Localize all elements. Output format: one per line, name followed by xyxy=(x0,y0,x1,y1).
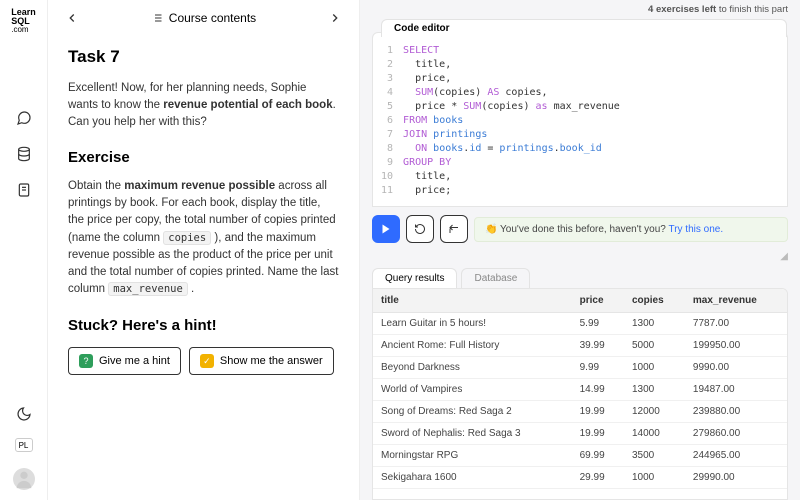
database-icon[interactable] xyxy=(16,146,32,162)
run-button[interactable] xyxy=(372,215,400,243)
logo-sub: .com xyxy=(11,25,28,34)
table-row: World of Vampires14.99130019487.00 xyxy=(373,379,787,401)
table-row: Morningstar RPG69.993500244965.00 xyxy=(373,445,787,467)
try-this-link[interactable]: Try this one. xyxy=(668,224,723,235)
hint-icon: ? xyxy=(79,354,93,368)
task-panel: Course contents Task 7 Excellent! Now, f… xyxy=(48,0,360,500)
exercise-heading: Exercise xyxy=(68,147,339,170)
moon-icon[interactable] xyxy=(16,406,32,422)
share-icon xyxy=(448,223,460,235)
encouragement-banner: 👏 You've done this before, haven't you? … xyxy=(474,217,788,242)
reset-button[interactable] xyxy=(406,215,434,243)
back-icon[interactable] xyxy=(64,10,80,26)
answer-button-label: Show me the answer xyxy=(220,355,323,367)
tab-database[interactable]: Database xyxy=(461,268,530,288)
hint-heading: Stuck? Here's a hint! xyxy=(68,315,339,338)
main-panel: 4 exercises left to finish this part Cod… xyxy=(360,0,800,500)
editor-tab[interactable]: Code editor xyxy=(381,19,787,37)
answer-button[interactable]: ✓ Show me the answer xyxy=(189,347,334,375)
refresh-icon xyxy=(414,223,426,235)
answer-icon: ✓ xyxy=(200,354,214,368)
logo[interactable]: Learn SQL .com xyxy=(11,8,36,34)
tab-query-results[interactable]: Query results xyxy=(372,268,457,288)
table-row: Sekigahara 160029.99100029990.00 xyxy=(373,467,787,489)
code-area[interactable]: SELECT title, price, SUM(copies) AS copi… xyxy=(403,44,620,198)
hint-button[interactable]: ? Give me a hint xyxy=(68,347,181,375)
app-sidebar: Learn SQL .com PL xyxy=(0,0,48,500)
avatar[interactable] xyxy=(13,468,35,490)
task-intro: Excellent! Now, for her planning needs, … xyxy=(68,80,339,132)
col-title: title xyxy=(373,289,572,313)
col-max_revenue: max_revenue xyxy=(685,289,787,313)
course-contents-label: Course contents xyxy=(169,11,256,25)
resize-handle-icon[interactable]: ◢ xyxy=(778,251,788,262)
table-row: Learn Guitar in 5 hours!5.9913007787.00 xyxy=(373,313,787,335)
line-gutter: 1234567891011 xyxy=(381,44,403,198)
table-row: Song of Dreams: Red Saga 219.99120002398… xyxy=(373,401,787,423)
col-copies: copies xyxy=(624,289,685,313)
progress-text: 4 exercises left to finish this part xyxy=(360,0,800,15)
exercise-text: Obtain the maximum revenue possible acro… xyxy=(68,178,339,299)
list-icon xyxy=(151,12,163,24)
lang-icon[interactable]: PL xyxy=(15,438,33,452)
code-editor: Code editor 1234567891011 SELECT title, … xyxy=(372,32,788,207)
notes-icon[interactable] xyxy=(16,182,32,198)
table-row: Sword of Nephalis: Red Saga 319.99140002… xyxy=(373,423,787,445)
table-row: Ancient Rome: Full History39.99500019995… xyxy=(373,335,787,357)
table-row: Beyond Darkness9.9910009990.00 xyxy=(373,357,787,379)
hint-button-label: Give me a hint xyxy=(99,355,170,367)
course-contents-link[interactable]: Course contents xyxy=(96,11,311,25)
results-table: titlepricecopiesmax_revenue Learn Guitar… xyxy=(372,288,788,500)
col-price: price xyxy=(572,289,624,313)
chat-icon[interactable] xyxy=(16,110,32,126)
share-button[interactable] xyxy=(440,215,468,243)
play-icon xyxy=(380,223,392,235)
forward-icon[interactable] xyxy=(327,10,343,26)
task-title: Task 7 xyxy=(68,44,339,70)
